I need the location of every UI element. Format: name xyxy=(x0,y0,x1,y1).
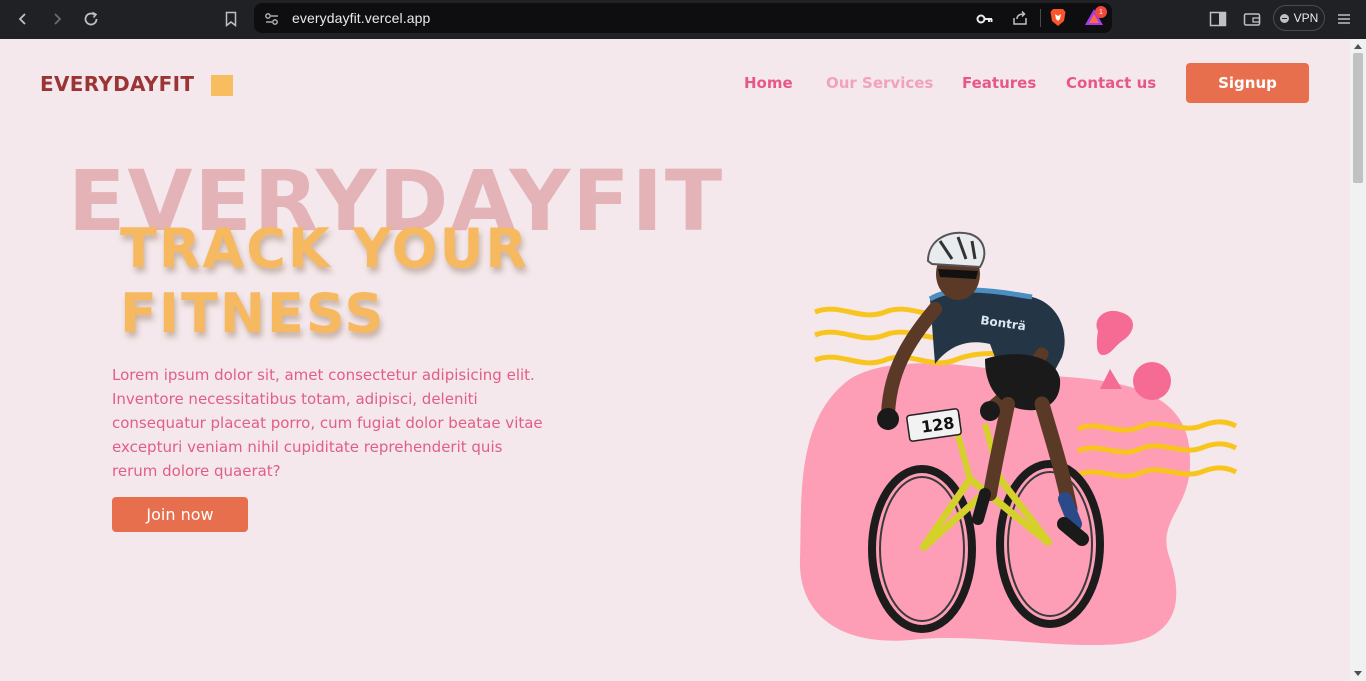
reload-icon[interactable] xyxy=(79,7,103,31)
url-text[interactable]: everydayfit.vercel.app xyxy=(292,10,430,26)
rider-helmet xyxy=(926,231,986,269)
pink-circle-shape xyxy=(1133,362,1171,400)
vpn-button[interactable]: VPN xyxy=(1273,5,1325,31)
address-bar[interactable]: everydayfit.vercel.app 1 xyxy=(254,3,1112,33)
hero-cyclist-illustration: 128 Bonträ xyxy=(799,231,1238,646)
key-icon[interactable] xyxy=(976,11,994,30)
wallet-icon[interactable] xyxy=(1240,7,1264,31)
nav-contact-us[interactable]: Contact us xyxy=(1066,74,1156,92)
site-logo[interactable]: EVERYDAYFIT xyxy=(40,72,194,96)
logo-accent-square xyxy=(211,75,233,96)
browser-toolbar: everydayfit.vercel.app 1 VPN xyxy=(0,0,1366,39)
forward-icon[interactable] xyxy=(45,7,69,31)
menu-icon[interactable] xyxy=(1332,7,1356,31)
pink-bubble-shape xyxy=(1096,310,1134,356)
nav-our-services[interactable]: Our Services xyxy=(826,74,933,92)
site-settings-icon[interactable] xyxy=(264,11,280,30)
scroll-up-icon[interactable] xyxy=(1354,44,1362,49)
scroll-down-icon[interactable] xyxy=(1354,671,1362,676)
nav-features[interactable]: Features xyxy=(962,74,1036,92)
web-page: EVERYDAYFIT Home Our Services Features C… xyxy=(0,39,1350,681)
brave-rewards-icon[interactable]: 1 xyxy=(1084,6,1107,30)
brave-shields-icon[interactable] xyxy=(1050,8,1066,31)
pink-triangle-shape xyxy=(1100,369,1122,389)
bookmark-icon[interactable] xyxy=(219,7,243,31)
hero-description: Lorem ipsum dolor sit, amet consectetur … xyxy=(112,366,543,480)
hero-headline-line2: FITNESS xyxy=(120,282,386,345)
sidebar-toggle-icon[interactable] xyxy=(1206,7,1230,31)
share-icon[interactable] xyxy=(1011,9,1029,31)
divider xyxy=(1040,9,1041,27)
join-now-button[interactable]: Join now xyxy=(112,497,248,532)
signup-button[interactable]: Signup xyxy=(1186,63,1309,103)
nav-home[interactable]: Home xyxy=(744,74,793,92)
page-scrollbar[interactable] xyxy=(1350,39,1366,681)
rider-glove-left xyxy=(877,408,899,430)
hero-headline-line1: TRACK YOUR xyxy=(120,217,529,280)
scrollbar-thumb[interactable] xyxy=(1353,53,1363,183)
rider-glove-right xyxy=(980,401,1000,421)
vpn-status-icon xyxy=(1279,13,1289,23)
back-icon[interactable] xyxy=(11,7,35,31)
vpn-label: VPN xyxy=(1293,11,1319,25)
notification-badge: 1 xyxy=(1095,6,1107,18)
